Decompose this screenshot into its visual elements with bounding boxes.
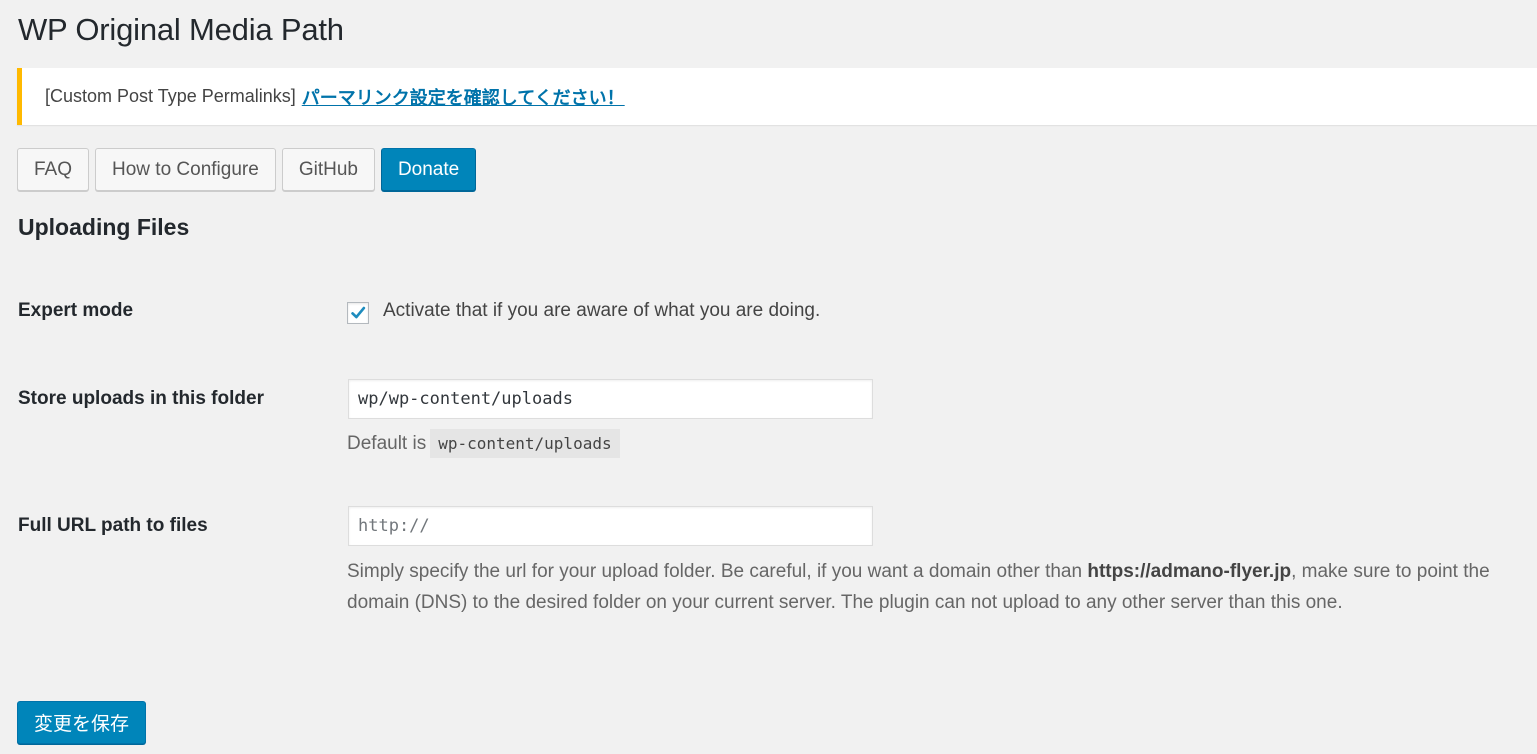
expert-mode-description: Activate that if you are aware of what y… bbox=[383, 300, 821, 321]
section-title: Uploading Files bbox=[18, 214, 190, 240]
upload-folder-default: Default is wp-content/uploads bbox=[347, 428, 620, 459]
url-path-label: Full URL path to files bbox=[18, 515, 208, 536]
default-prefix: Default is bbox=[347, 433, 427, 454]
github-button[interactable]: GitHub bbox=[281, 148, 375, 191]
permalink-notice: [Custom Post Type Permalinks] パーマリンク設定を確… bbox=[17, 68, 1537, 125]
page-title: WP Original Media Path bbox=[18, 12, 344, 47]
site-domain: https://admano-flyer.jp bbox=[1087, 561, 1292, 582]
expert-mode-checkbox[interactable] bbox=[347, 302, 369, 324]
upload-folder-label: Store uploads in this folder bbox=[18, 388, 264, 409]
url-path-description: Simply specify the url for your upload f… bbox=[347, 556, 1527, 618]
save-changes-button[interactable]: 変更を保存 bbox=[17, 701, 147, 744]
expert-mode-label: Expert mode bbox=[18, 300, 134, 321]
desc-text-before: Simply specify the url for your upload f… bbox=[347, 561, 1088, 582]
donate-button[interactable]: Donate bbox=[380, 148, 477, 191]
faq-button[interactable]: FAQ bbox=[17, 148, 90, 191]
default-path-code: wp-content/uploads bbox=[430, 429, 620, 458]
url-path-input[interactable] bbox=[348, 506, 873, 546]
how-to-configure-button[interactable]: How to Configure bbox=[95, 148, 276, 191]
permalink-settings-link[interactable]: パーマリンク設定を確認してください！ bbox=[302, 84, 625, 110]
checkmark-icon bbox=[351, 306, 366, 319]
plugin-links-toolbar: FAQ How to Configure GitHub Donate bbox=[17, 148, 477, 191]
notice-prefix: [Custom Post Type Permalinks] bbox=[45, 86, 296, 106]
upload-folder-input[interactable] bbox=[348, 379, 873, 419]
